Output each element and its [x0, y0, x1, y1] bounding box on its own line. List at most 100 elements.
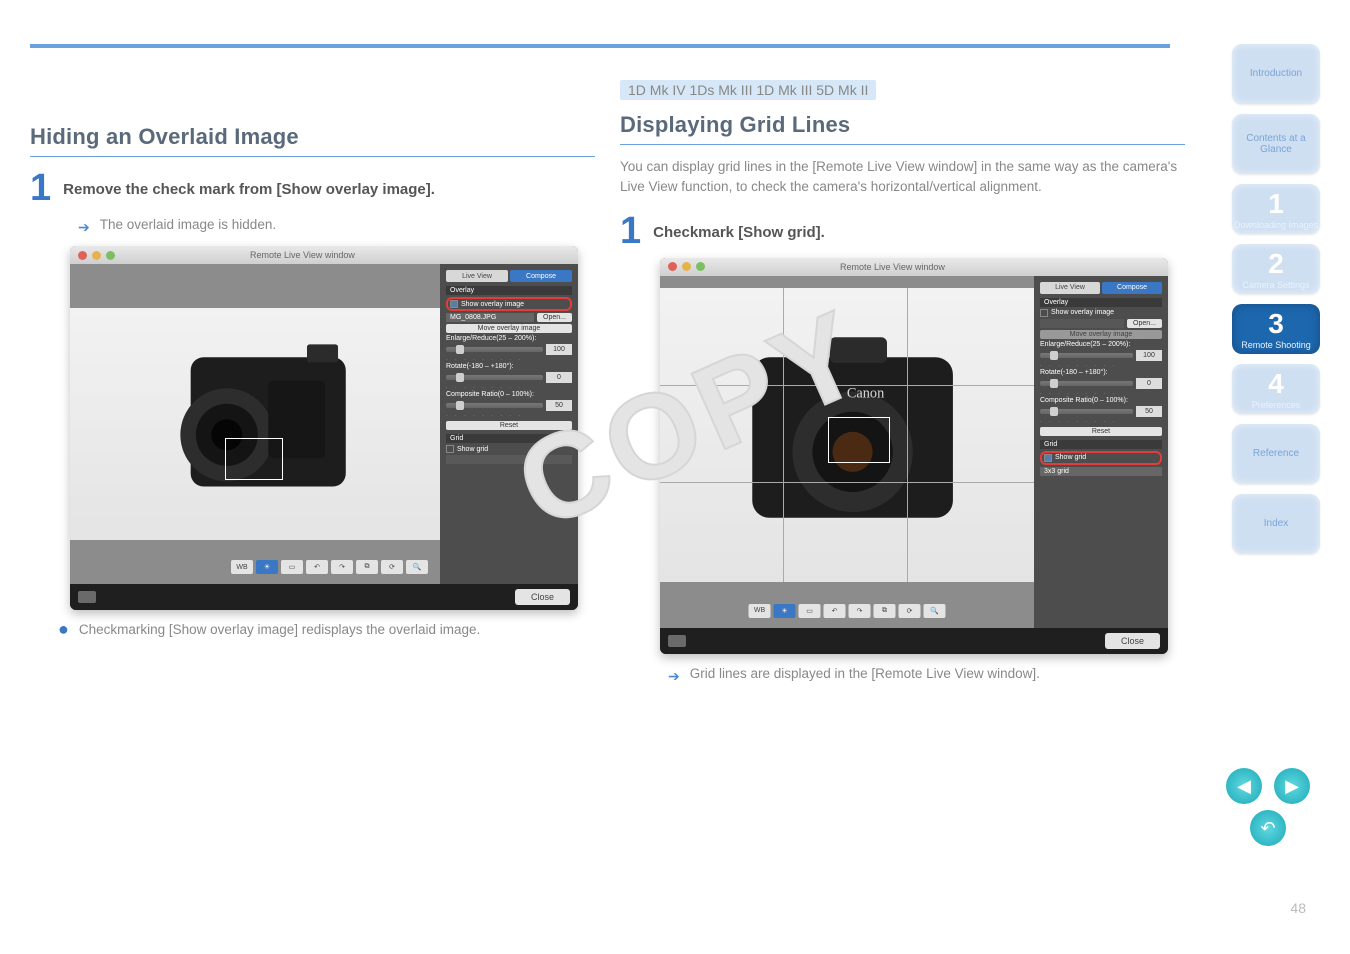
title-hide-overlay: Hiding an Overlaid Image — [30, 124, 595, 150]
btn-rotate-r[interactable]: ↷ — [331, 560, 353, 574]
btn-rotate-l[interactable]: ↶ — [824, 604, 846, 618]
checkbox-icon[interactable] — [450, 300, 458, 308]
arrow-icon: ➔ — [668, 666, 680, 687]
btn-hist[interactable]: ▭ — [281, 560, 303, 574]
grid-select[interactable] — [446, 455, 572, 464]
btn-rotate-l[interactable]: ↶ — [306, 560, 328, 574]
nav-chapter-4[interactable]: 4Preferences — [1232, 364, 1320, 414]
nav-chapter-2[interactable]: 2Camera Settings — [1232, 244, 1320, 294]
step-number: 1 — [30, 169, 51, 207]
btn-bright[interactable]: ☀ — [774, 604, 796, 618]
live-photo: Canon — [660, 288, 1034, 582]
btn-aspect[interactable]: ⧉ — [874, 604, 896, 618]
move-overlay-button[interactable]: Move overlay image — [446, 324, 572, 333]
close-button[interactable]: Close — [515, 589, 570, 605]
btn-zoom[interactable]: 🔍 — [406, 560, 428, 574]
bullet-text: Checkmarking [Show overlay image] redisp… — [79, 620, 480, 640]
comp-label: Composite Ratio(0 – 100%): — [446, 391, 572, 398]
enlarge-value[interactable]: 100 — [546, 344, 572, 355]
reset-button[interactable]: Reset — [1040, 427, 1162, 436]
show-overlay-label: Show overlay image — [461, 301, 524, 308]
rotate-label: Rotate(-180 – +180°): — [446, 363, 572, 370]
checkbox-icon[interactable] — [1044, 454, 1052, 462]
nav-label: Remote Shooting — [1241, 340, 1311, 350]
show-grid-row[interactable]: Show grid — [446, 445, 572, 453]
title-grid-lines: Displaying Grid Lines — [620, 112, 1185, 138]
show-overlay-checkbox-row[interactable]: Show overlay image — [446, 297, 572, 311]
col-hide-overlay: Hiding an Overlaid Image 1 Remove the ch… — [30, 124, 595, 640]
svg-text:Canon: Canon — [847, 385, 884, 401]
preview-button-strip: WB ☀ ▭ ↶ ↷ ⧉ ⟳ 🔍 — [231, 560, 428, 574]
show-grid-row[interactable]: Show grid — [1040, 451, 1162, 465]
comp-value[interactable]: 50 — [1136, 406, 1162, 417]
remote-live-view-window-right: Remote Live View window Canon — [660, 258, 1168, 654]
page-number: 48 — [1290, 900, 1306, 916]
preview-button-strip: WB ☀ ▭ ↶ ↷ ⧉ ⟳ 🔍 — [749, 604, 946, 618]
traffic-min-icon[interactable] — [682, 262, 691, 271]
comp-slider[interactable] — [446, 403, 543, 408]
overlay-file-field[interactable]: MG_0808.JPG — [446, 313, 534, 322]
btn-wb[interactable]: WB — [749, 604, 771, 618]
nav-contents[interactable]: Contents at a Glance — [1232, 114, 1320, 174]
nav-reference[interactable]: Reference — [1232, 424, 1320, 484]
step-arrow-note: The overlaid image is hidden. — [100, 215, 276, 235]
traffic-max-icon[interactable] — [696, 262, 705, 271]
col-grid-lines: 1D Mk IV 1Ds Mk III 1D Mk III 5D Mk II D… — [620, 80, 1185, 687]
nav-chapter-1[interactable]: 1Downloading Images — [1232, 184, 1320, 234]
grid-select[interactable]: 3x3 grid — [1040, 467, 1162, 476]
btn-rotate-r[interactable]: ↷ — [849, 604, 871, 618]
reset-button[interactable]: Reset — [446, 421, 572, 430]
rotate-slider[interactable] — [1040, 381, 1133, 386]
rotate-value[interactable]: 0 — [1136, 378, 1162, 389]
nav-index[interactable]: Index — [1232, 494, 1320, 554]
next-page-button[interactable]: ▶ — [1274, 768, 1310, 804]
traffic-close-icon[interactable] — [668, 262, 677, 271]
back-button[interactable]: ↶ — [1250, 810, 1286, 846]
checkbox-icon[interactable] — [446, 445, 454, 453]
traffic-min-icon[interactable] — [92, 251, 101, 260]
tab-live-view[interactable]: Live View — [446, 270, 508, 282]
window-titlebar: Remote Live View window — [70, 246, 578, 264]
ticks: · · · · · · · · · — [446, 413, 572, 419]
rotate-slider[interactable] — [446, 375, 543, 380]
btn-bright[interactable]: ☀ — [256, 560, 278, 574]
btn-aspect[interactable]: ⧉ — [356, 560, 378, 574]
open-button[interactable]: Open... — [537, 313, 572, 322]
comp-value[interactable]: 50 — [546, 400, 572, 411]
traffic-close-icon[interactable] — [78, 251, 87, 260]
btn-wb[interactable]: WB — [231, 560, 253, 574]
overlay-section-label: Overlay — [1040, 298, 1162, 307]
enlarge-label: Enlarge/Reduce(25 – 200%): — [446, 335, 572, 342]
btn-hist[interactable]: ▭ — [799, 604, 821, 618]
step-number: 1 — [620, 212, 641, 250]
comp-slider[interactable] — [1040, 409, 1133, 414]
open-button[interactable]: Open... — [1127, 319, 1162, 328]
overlay-file-field[interactable] — [1040, 319, 1124, 328]
show-grid-label: Show grid — [1055, 454, 1086, 461]
btn-zoom[interactable]: 🔍 — [924, 604, 946, 618]
underline-right — [620, 144, 1185, 145]
show-overlay-checkbox-row[interactable]: Show overlay image — [1040, 309, 1162, 317]
prev-page-button[interactable]: ◀ — [1226, 768, 1262, 804]
move-overlay-button[interactable]: Move overlay image — [1040, 330, 1162, 339]
tab-compose[interactable]: Compose — [1102, 282, 1162, 294]
nav-introduction[interactable]: Introduction — [1232, 44, 1320, 104]
bullet-note-left: ● Checkmarking [Show overlay image] redi… — [58, 620, 595, 640]
camera-status-icon — [78, 591, 96, 603]
window-titlebar: Remote Live View window — [660, 258, 1168, 276]
enlarge-slider[interactable] — [1040, 353, 1133, 358]
ticks: · · · · · · · · · — [1040, 419, 1162, 425]
enlarge-slider[interactable] — [446, 347, 543, 352]
enlarge-value[interactable]: 100 — [1136, 350, 1162, 361]
close-button[interactable]: Close — [1105, 633, 1160, 649]
btn-turn[interactable]: ⟳ — [899, 604, 921, 618]
rotate-value[interactable]: 0 — [546, 372, 572, 383]
tab-live-view[interactable]: Live View — [1040, 282, 1100, 294]
tab-compose[interactable]: Compose — [510, 270, 572, 282]
show-overlay-label: Show overlay image — [1051, 309, 1114, 316]
checkbox-icon[interactable] — [1040, 309, 1048, 317]
nav-label: Camera Settings — [1242, 280, 1309, 290]
nav-chapter-3[interactable]: 3Remote Shooting — [1232, 304, 1320, 354]
btn-turn[interactable]: ⟳ — [381, 560, 403, 574]
traffic-max-icon[interactable] — [106, 251, 115, 260]
